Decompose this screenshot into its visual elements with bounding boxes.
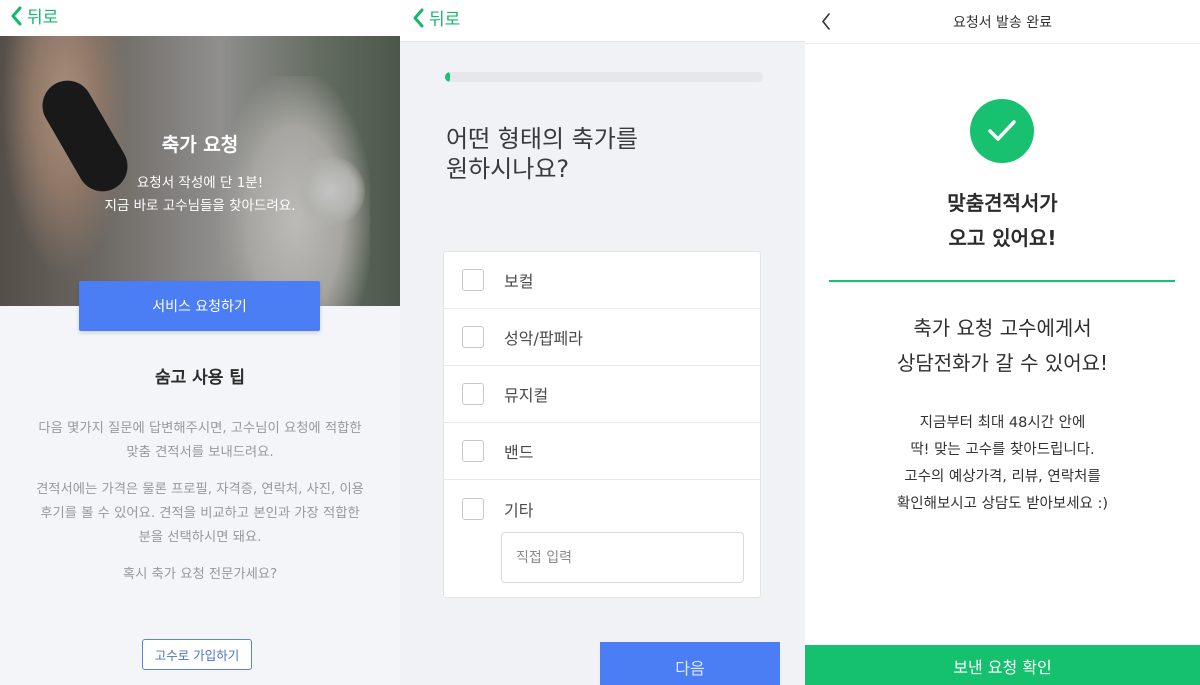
top-bar: 뒤로: [400, 0, 805, 42]
back-label: 뒤로: [27, 8, 59, 28]
top-bar: 뒤로: [0, 0, 400, 36]
join-as-pro-button[interactable]: 고수로 가입하기: [142, 639, 252, 670]
done-title: 맞춤견적서가 오고 있어요!: [947, 191, 1058, 250]
option-vocal[interactable]: 보컬: [444, 252, 760, 309]
checkbox[interactable]: [462, 440, 484, 462]
option-opera-popera[interactable]: 성악/팝페라: [444, 309, 760, 366]
info-sub: 지금부터 최대 48시간 안에 딱! 맞는 고수를 찾아드립니다. 고수의 예상…: [896, 415, 1109, 512]
hero-image: [0, 36, 400, 306]
next-button[interactable]: 다음: [600, 642, 780, 685]
options-list: 보컬 성악/팝페라 뮤지컬 밴드 기타: [443, 251, 761, 598]
progress-fill: [445, 72, 450, 82]
hero-title: 축가 요청: [161, 134, 239, 156]
question-title: 어떤 형태의 축가를 원하시나요?: [446, 125, 638, 183]
check-icon: [970, 99, 1034, 163]
tips-paragraph-3: 혹시 축가 요청 전문가세요?: [122, 567, 278, 582]
back-button[interactable]: 뒤로: [412, 5, 460, 30]
option-musical[interactable]: 뮤지컬: [444, 366, 760, 423]
back-label: 뒤로: [429, 10, 461, 30]
checkbox[interactable]: [462, 497, 484, 520]
question-screen: 뒤로 어떤 형태의 축가를 원하시나요? 보컬 성악/팝페라 뮤지컬 밴드 기타: [400, 0, 805, 685]
request-sent-screen: 요청서 발송 완료 맞춤견적서가 오고 있어요! 축가 요청 고수에게서 상담전…: [805, 0, 1200, 685]
back-button[interactable]: 뒤로: [10, 3, 58, 28]
service-request-button[interactable]: 서비스 요청하기: [79, 281, 320, 331]
checkbox[interactable]: [462, 269, 484, 291]
info-main: 축가 요청 고수에게서 상담전화가 갈 수 있어요!: [896, 316, 1109, 375]
tips-paragraph-2: 견적서에는 가격은 물론 프로필, 자격증, 연락처, 사진, 이용 후기를 볼…: [36, 482, 364, 545]
checkbox[interactable]: [462, 383, 484, 405]
tips-paragraph-1: 다음 몇가지 질문에 답변해주시면, 고수님이 요청에 적합한 맞춤 견적서를 …: [38, 421, 362, 460]
chevron-left-icon: [413, 8, 424, 27]
option-band[interactable]: 밴드: [444, 423, 760, 480]
option-other[interactable]: 기타: [444, 480, 760, 537]
checkbox[interactable]: [462, 326, 484, 348]
progress-bar: [445, 72, 763, 82]
chevron-left-icon: [11, 6, 22, 25]
page-title: 요청서 발송 완료: [952, 15, 1053, 31]
request-intro-screen: 뒤로 축가 요청 요청서 작성에 단 1분! 지금 바로 고수님들을 찾아드려요…: [0, 0, 400, 685]
divider: [829, 280, 1175, 282]
direct-input-field[interactable]: [501, 532, 744, 583]
top-bar: 요청서 발송 완료: [805, 0, 1200, 44]
tips-title: 숨고 사용 팁: [154, 368, 246, 388]
sent-request-confirm-button[interactable]: 보낸 요청 확인: [805, 645, 1200, 685]
hero-subtitle: 요청서 작성에 단 1분! 지금 바로 고수님들을 찾아드려요.: [104, 175, 296, 214]
